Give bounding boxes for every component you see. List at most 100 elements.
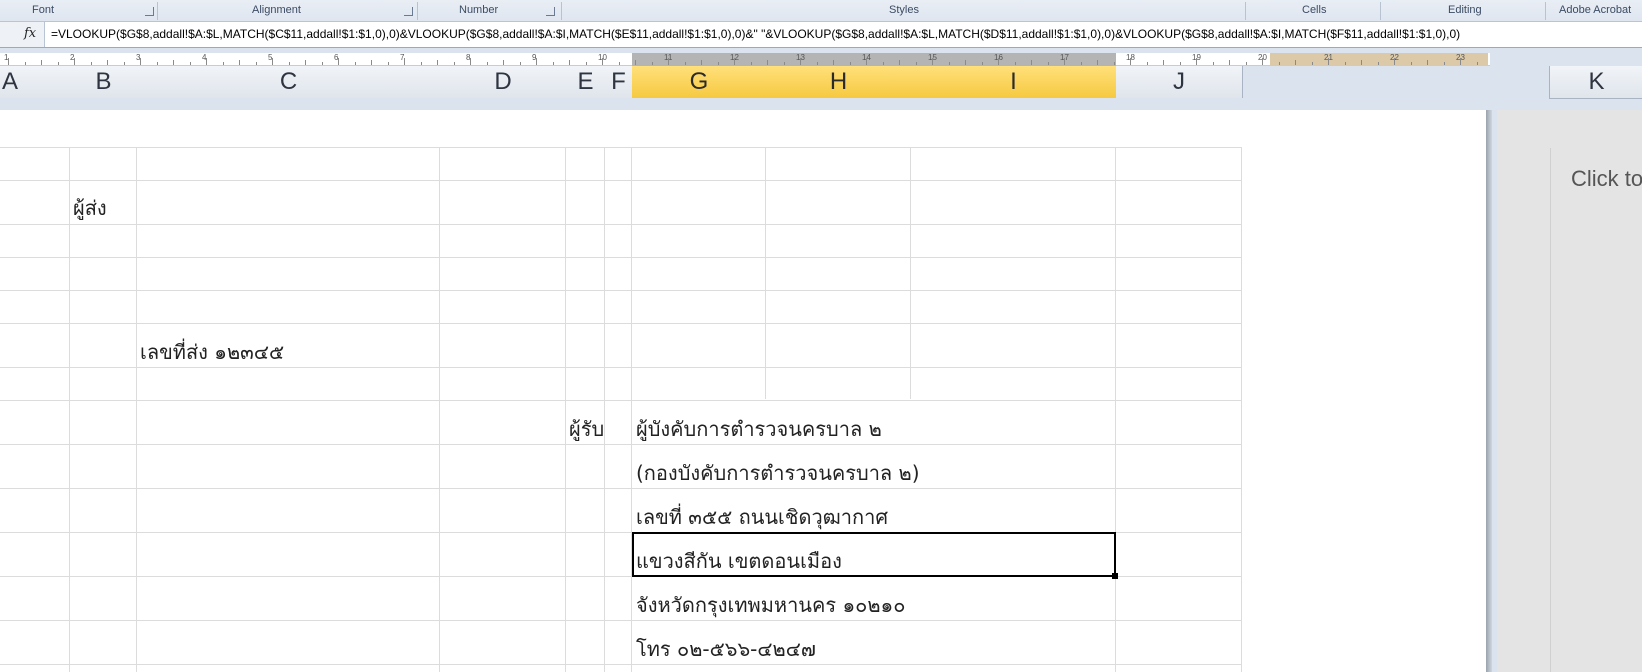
click-to-add-header-hint[interactable]: Click to (1571, 166, 1642, 192)
column-header-g[interactable]: G (632, 66, 767, 99)
ruler-tick (288, 62, 290, 65)
cell-g-recipient-line-3[interactable]: เลขที่ ๓๕๕ ถนนเชิดวุฒากาศ (636, 501, 888, 533)
grid-vline (631, 147, 632, 672)
ribbon-group-font[interactable]: Font (32, 4, 54, 16)
grid-vline (439, 147, 440, 672)
alignment-dialog-launcher-icon[interactable] (404, 7, 413, 16)
ruler-tick (866, 58, 867, 65)
ruler-tick (618, 62, 620, 65)
ruler-tick (1229, 60, 1230, 65)
grid-vline (604, 147, 605, 672)
cell-c-dispatch-number[interactable]: เลขที่ส่ง ๑๒๓๔๕ (140, 336, 284, 368)
grid-vline (1241, 147, 1242, 672)
ruler-tick (998, 58, 999, 65)
grid-vline (910, 147, 911, 399)
ruler-tick (1262, 58, 1263, 65)
active-cell-selection[interactable] (632, 532, 1116, 577)
column-header-c[interactable]: C (137, 66, 441, 99)
cell-g-recipient-line-6[interactable]: โทร ๐๒-๕๖๖-๔๒๔๗ (636, 633, 816, 665)
ruler-tick (1427, 60, 1428, 65)
ruler-shaded-region (632, 53, 1116, 66)
ribbon-group-number[interactable]: Number (459, 4, 498, 16)
cell-e-recipient-label[interactable]: ผู้รับ (569, 413, 604, 445)
ruler-tick (1476, 62, 1478, 65)
ruler-tick (833, 60, 834, 65)
grid-vline (565, 147, 566, 672)
ruler-tick (57, 62, 59, 65)
grid-hline (0, 257, 1242, 258)
ribbon-group-adobe-acrobat[interactable]: Adobe Acrobat (1559, 4, 1631, 16)
ruler-tick (156, 62, 158, 65)
insert-function-button[interactable]: fx (0, 22, 45, 47)
font-dialog-launcher-icon[interactable] (145, 7, 154, 16)
ruler-tick (189, 62, 191, 65)
ruler-tick (239, 60, 240, 65)
ruler-tick (8, 58, 9, 65)
ruler-tick (24, 62, 26, 65)
ruler-tick (1097, 60, 1098, 65)
ruler-tick (717, 62, 719, 65)
ruler-tick (1344, 62, 1346, 65)
ruler-tick (684, 62, 686, 65)
ruler-tick (1394, 58, 1395, 65)
worksheet-page[interactable] (0, 110, 1490, 672)
ribbon-group-alignment[interactable]: Alignment (252, 4, 301, 16)
ruler-tick (387, 62, 389, 65)
cell-b-sender-label[interactable]: ผู้ส่ง (73, 192, 107, 224)
ruler-tick (1163, 60, 1164, 65)
page-break-shadow (1486, 110, 1492, 672)
ribbon-separator (1545, 2, 1546, 20)
ruler-tick (569, 60, 570, 65)
ribbon-separator (561, 2, 562, 20)
formula-input[interactable]: =VLOOKUP($G$8,addall!$A:$L,MATCH($C$11,a… (51, 27, 1460, 41)
ruler-tick (321, 62, 323, 65)
fill-handle[interactable] (1112, 573, 1118, 579)
cell-g-recipient-line-1[interactable]: ผู้บังคับการตำรวจนครบาล ๒ (636, 413, 882, 445)
ruler-tick (338, 58, 339, 65)
column-header-d[interactable]: D (440, 66, 567, 99)
cell-g-recipient-line-5[interactable]: จังหวัดกรุงเทพมหานคร ๑๐๒๑๐ (636, 589, 905, 621)
grid-hline (0, 488, 1242, 489)
ribbon-separator (157, 2, 158, 20)
column-header-e[interactable]: E (566, 66, 606, 99)
ribbon-separator (417, 2, 418, 20)
ribbon-separator (1245, 2, 1246, 20)
column-header-i[interactable]: I (911, 66, 1117, 99)
function-icon: fx (24, 26, 37, 41)
column-header-k[interactable]: K (1549, 66, 1642, 99)
column-header-h[interactable]: H (766, 66, 912, 99)
column-header-f[interactable]: F (605, 66, 633, 99)
ruler-tick (767, 60, 768, 65)
ruler-tick (536, 58, 537, 65)
ruler-tick (206, 58, 207, 65)
ruler-tick (1245, 62, 1247, 65)
column-header-b[interactable]: B (70, 66, 138, 99)
ruler-tick (1311, 62, 1313, 65)
column-header-a[interactable]: A (0, 66, 73, 99)
ruler-tick (1130, 58, 1131, 65)
column-header-j[interactable]: J (1116, 66, 1243, 99)
ribbon-separator (1380, 2, 1381, 20)
ruler-tick (1212, 62, 1214, 65)
grid-vline (1115, 147, 1116, 672)
ribbon-group-styles[interactable]: Styles (889, 4, 919, 16)
number-dialog-launcher-icon[interactable] (546, 7, 555, 16)
cell-g-recipient-line-2[interactable]: (กองบังคับการตำรวจนครบาล ๒) (636, 457, 920, 489)
ruler-tick (800, 58, 801, 65)
ruler-tick (1196, 58, 1197, 65)
ribbon-group-editing[interactable]: Editing (1448, 4, 1482, 16)
grid-hline (0, 323, 1242, 324)
ruler-tick (90, 62, 92, 65)
ribbon-group-cells[interactable]: Cells (1302, 4, 1326, 16)
ruler-tick (519, 62, 521, 65)
ruler-tick (948, 62, 950, 65)
ruler-tick (899, 60, 900, 65)
grid-hline (0, 180, 1242, 181)
column-headers: A B C D E F G H I J K (0, 66, 1642, 99)
ruler-tick (635, 60, 636, 65)
ruler-tick (305, 60, 306, 65)
ruler-tick (1031, 60, 1032, 65)
ruler-tick (1278, 62, 1280, 65)
ruler-tick (272, 58, 273, 65)
grid-vline (69, 147, 70, 672)
